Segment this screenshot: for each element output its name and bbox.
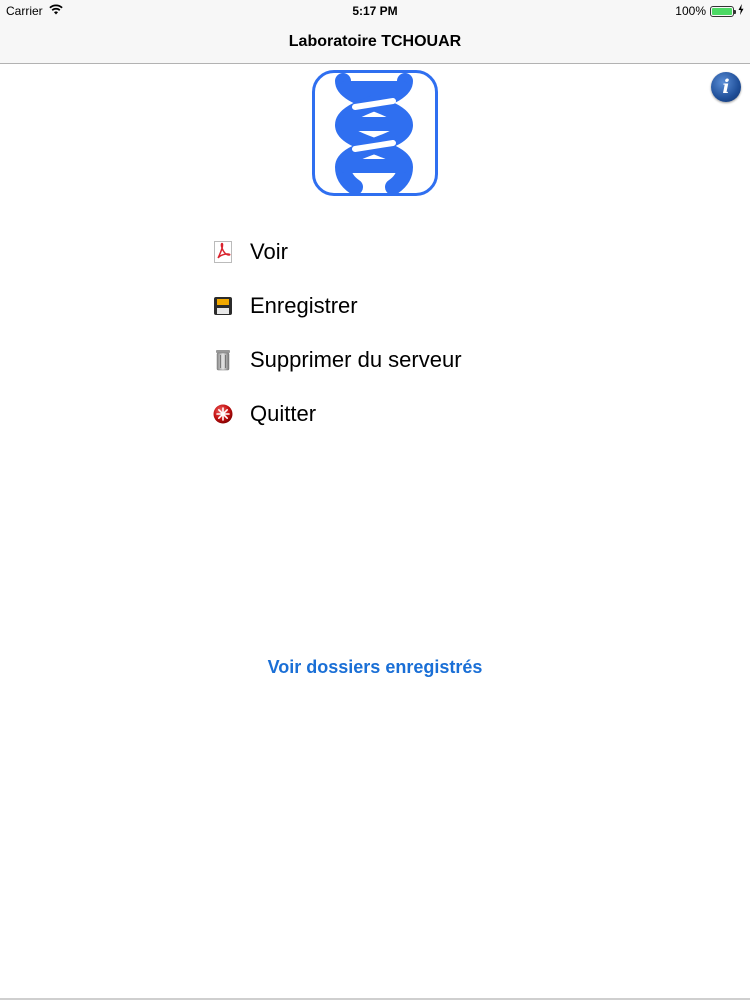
trash-icon xyxy=(212,349,234,371)
dna-helix-icon xyxy=(334,73,414,193)
menu-item-label: Enregistrer xyxy=(250,293,358,318)
menu-item-quitter[interactable]: Quitter xyxy=(212,387,552,441)
save-icon xyxy=(212,295,234,317)
menu-item-label: Voir xyxy=(250,239,288,264)
status-right: 100% xyxy=(675,4,744,18)
navigation-bar: Laboratoire TCHOUAR xyxy=(0,22,750,64)
menu-item-voir[interactable]: Voir xyxy=(212,225,552,279)
info-button[interactable]: i xyxy=(711,72,741,102)
app-logo xyxy=(312,70,438,196)
menu-item-supprimer[interactable]: Supprimer du serveur xyxy=(212,333,552,387)
saved-folders-link[interactable]: Voir dossiers enregistrés xyxy=(0,657,750,678)
quit-icon xyxy=(212,403,234,425)
battery-icon xyxy=(710,5,736,17)
app-screen: Carrier 5:17 PM 100% Laboratoire TCHOUAR… xyxy=(0,0,750,1000)
action-menu: Voir Enregistrer Supprimer du serveur Qu… xyxy=(212,225,552,441)
menu-item-enregistrer[interactable]: Enregistrer xyxy=(212,279,552,333)
status-bar: Carrier 5:17 PM 100% xyxy=(0,0,750,22)
pdf-icon xyxy=(212,241,234,263)
charging-icon xyxy=(738,4,744,18)
menu-item-label: Quitter xyxy=(250,401,317,426)
menu-item-label: Supprimer du serveur xyxy=(250,347,462,372)
battery-percent: 100% xyxy=(675,4,706,18)
status-time: 5:17 PM xyxy=(352,4,398,18)
page-title: Laboratoire TCHOUAR xyxy=(288,33,462,50)
